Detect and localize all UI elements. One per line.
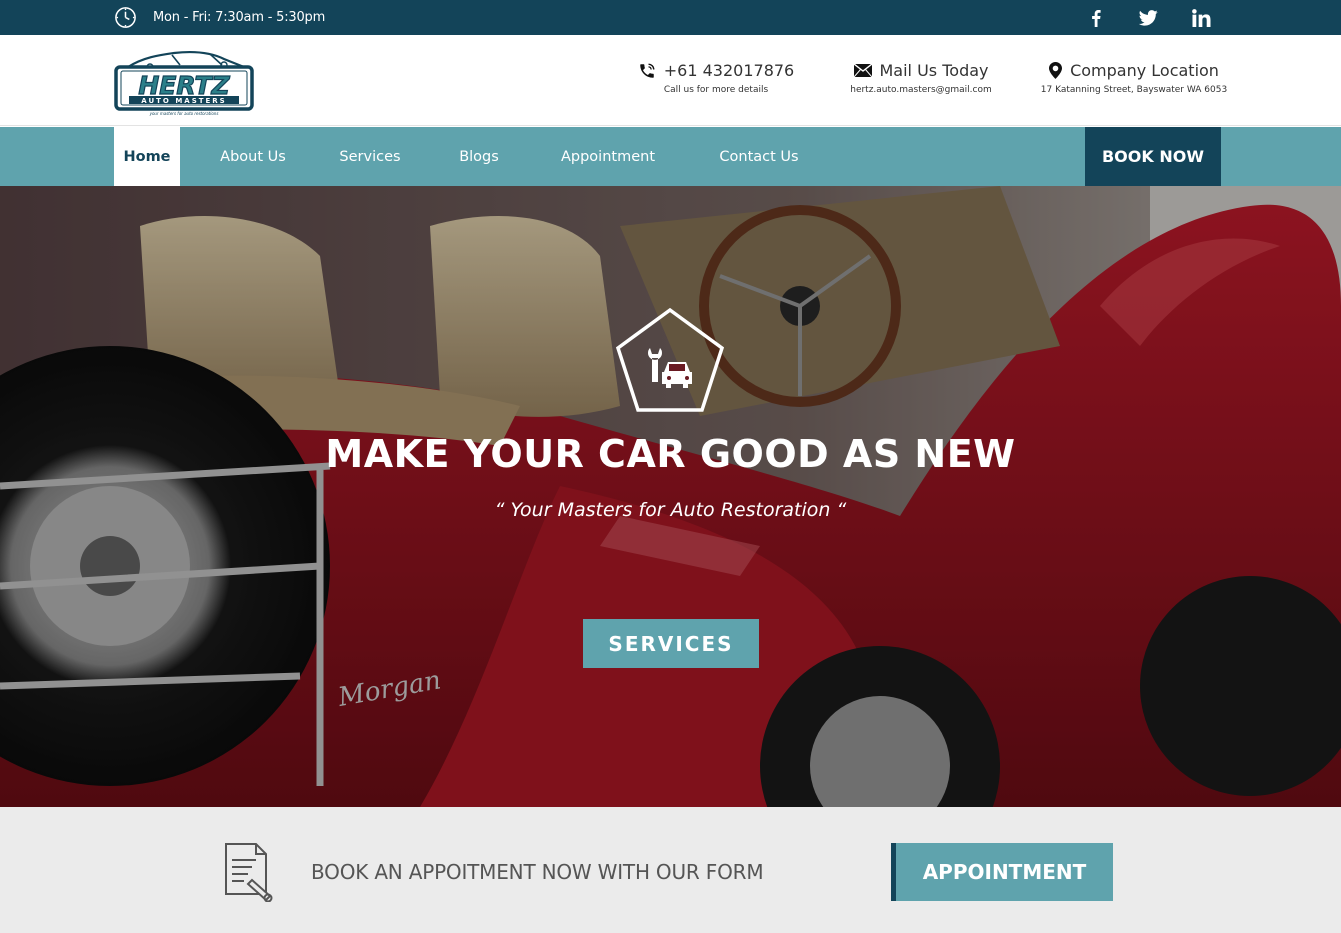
mail-label: Mail Us Today bbox=[879, 61, 989, 80]
main-nav: Home About Us Services Blogs Appointment… bbox=[0, 127, 1341, 186]
business-hours: Mon - Fri: 7:30am - 5:30pm bbox=[114, 5, 325, 29]
nav-home[interactable]: Home bbox=[114, 127, 180, 186]
services-button[interactable]: SERVICES bbox=[583, 619, 759, 668]
svg-text:HERTZ: HERTZ bbox=[138, 71, 230, 100]
svg-text:your masters for auto restorat: your masters for auto restorations bbox=[149, 111, 219, 116]
phone-icon bbox=[640, 63, 655, 78]
hertz-logo[interactable]: HERTZ AUTO MASTERS your masters for auto… bbox=[114, 45, 254, 117]
hero-title: MAKE YOUR CAR GOOD AS NEW bbox=[325, 432, 1016, 476]
location-label: Company Location bbox=[1070, 61, 1219, 80]
site-header: HERTZ AUTO MASTERS your masters for auto… bbox=[0, 35, 1341, 126]
phone-contact[interactable]: +61 432017876 Call us for more details bbox=[630, 61, 802, 95]
svg-text:AUTO MASTERS: AUTO MASTERS bbox=[141, 97, 226, 105]
nav-contact-us[interactable]: Contact Us bbox=[706, 127, 812, 186]
location-address: 17 Katanning Street, Bayswater WA 6053 bbox=[1040, 85, 1228, 95]
hours-text: Mon - Fri: 7:30am - 5:30pm bbox=[153, 9, 326, 25]
clock-icon bbox=[115, 6, 136, 28]
car-repair-icon bbox=[615, 307, 725, 412]
appointment-button[interactable]: APPOINTMENT bbox=[891, 843, 1113, 901]
hero-subtitle: “ Your Masters for Auto Restoration “ bbox=[494, 499, 847, 521]
nav-appointment[interactable]: Appointment bbox=[548, 127, 668, 186]
nav-about-us[interactable]: About Us bbox=[206, 127, 300, 186]
document-pen-icon bbox=[225, 843, 273, 902]
facebook-icon[interactable] bbox=[1086, 6, 1106, 30]
phone-number: +61 432017876 bbox=[663, 61, 795, 80]
appointment-text: BOOK AN APPOITMENT NOW WITH OUR FORM bbox=[311, 860, 764, 884]
envelope-icon bbox=[853, 64, 872, 77]
mail-address: hertz.auto.masters@gmail.com bbox=[850, 85, 992, 95]
nav-services[interactable]: Services bbox=[328, 127, 412, 186]
top-bar: Mon - Fri: 7:30am - 5:30pm bbox=[0, 0, 1341, 35]
location-contact[interactable]: Company Location 17 Katanning Street, Ba… bbox=[1034, 61, 1234, 95]
phone-subtext: Call us for more details bbox=[663, 85, 769, 95]
appointment-band: BOOK AN APPOITMENT NOW WITH OUR FORM APP… bbox=[0, 807, 1341, 933]
hero-banner: Morgan MAKE YOUR CAR GOOD AS NEW “ Your … bbox=[0, 186, 1341, 807]
nav-blogs[interactable]: Blogs bbox=[448, 127, 510, 186]
book-now-button[interactable]: BOOK NOW bbox=[1085, 127, 1221, 186]
hero-overlay bbox=[0, 186, 1341, 807]
map-pin-icon bbox=[1049, 62, 1063, 79]
mail-contact[interactable]: Mail Us Today hertz.auto.masters@gmail.c… bbox=[842, 61, 1000, 95]
twitter-icon[interactable] bbox=[1137, 6, 1159, 30]
linkedin-icon[interactable] bbox=[1190, 6, 1212, 30]
